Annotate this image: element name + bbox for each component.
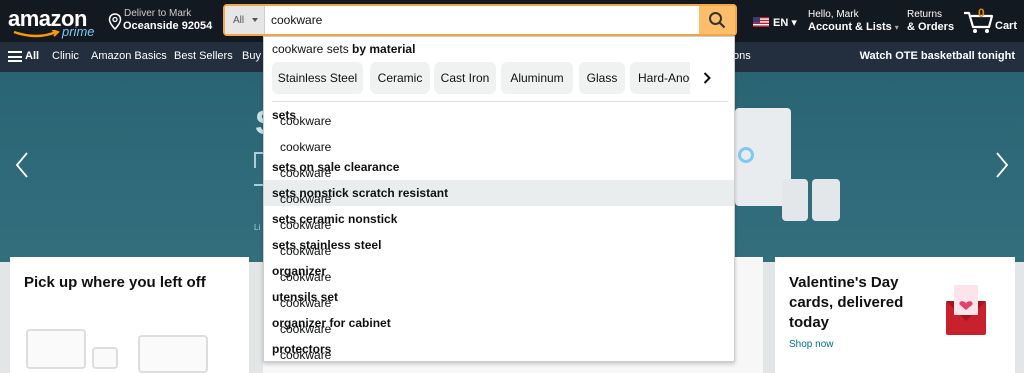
search-category-select[interactable]: All: [225, 6, 265, 34]
chip-hard-anodized[interactable]: Hard-Anod: [630, 62, 692, 94]
hero-next-button[interactable]: [995, 152, 1009, 178]
device-ring-icon: [738, 147, 754, 163]
product-thumbnail[interactable]: [138, 335, 208, 373]
search-input[interactable]: [267, 6, 697, 34]
product-thumbnail[interactable]: [92, 347, 118, 369]
deliver-to-location[interactable]: Deliver to Mark Oceanside 92054: [108, 7, 213, 35]
amazon-logo[interactable]: amazon prime: [6, 4, 96, 40]
suggestion-prefix: cookware: [280, 114, 332, 128]
search-icon: [709, 12, 726, 29]
device-sensor: [812, 179, 840, 221]
card-title: Valentine's Day cards, delivered today: [789, 274, 904, 331]
suggestion-prefix: cookware: [280, 166, 332, 180]
suggestion-item[interactable]: cookware utensils set: [264, 284, 734, 310]
nav-item-best-sellers[interactable]: Best Sellers: [174, 50, 233, 62]
search-button[interactable]: [699, 6, 735, 34]
language-selector[interactable]: EN ▾: [773, 16, 797, 29]
suggestion-item-highlighted[interactable]: cookware sets nonstick scratch resistant: [264, 180, 734, 206]
nav-item-amazon-basics[interactable]: Amazon Basics: [91, 50, 167, 62]
location-pin-icon: [108, 13, 122, 31]
suggestion-prefix: cookware: [280, 322, 332, 336]
cart-count: 0: [978, 6, 985, 20]
suggestion-prefix: cookware: [280, 348, 332, 362]
heading-prefix: cookware sets: [272, 42, 353, 56]
chip-aluminum[interactable]: Aluminum: [501, 62, 573, 94]
chip-ceramic[interactable]: Ceramic: [370, 62, 430, 94]
suggestion-item[interactable]: cookware: [264, 128, 734, 154]
recently-viewed-card[interactable]: Pick up where you left off: [10, 257, 249, 373]
suggestion-item[interactable]: cookware protectors: [264, 336, 734, 362]
chevron-left-icon: [15, 152, 28, 178]
product-thumbnail[interactable]: [26, 329, 86, 369]
material-chips: Stainless Steel Ceramic Cast Iron Alumin…: [272, 62, 692, 94]
hamburger-icon[interactable]: [8, 51, 22, 62]
suggestion-item[interactable]: cookware sets ceramic nonstick: [264, 206, 734, 232]
suggestion-item[interactable]: cookware sets on sale clearance: [264, 154, 734, 180]
suggestion-prefix: cookware: [280, 218, 332, 232]
shop-now-link[interactable]: Shop now: [789, 339, 833, 350]
chips-next-button[interactable]: [690, 62, 728, 94]
returns-label: Returns: [907, 9, 943, 20]
chevron-right-icon: [703, 72, 711, 84]
refinement-heading: cookware sets by material: [272, 42, 415, 56]
device-sensor: [782, 179, 808, 221]
suggestion-prefix: cookware: [280, 140, 332, 154]
caret-down-icon: [252, 18, 258, 22]
chip-stainless-steel[interactable]: Stainless Steel: [272, 62, 363, 94]
suggestion-prefix: cookware: [280, 296, 332, 310]
suggestion-prefix: cookware: [280, 244, 332, 258]
nav-item-clinic[interactable]: Clinic: [52, 50, 79, 62]
hero-fineprint: Li: [254, 223, 261, 232]
account-lists-menu[interactable]: Hello, Mark Account & Lists ▾: [808, 9, 899, 33]
suggestion-item[interactable]: cookware sets stainless steel: [264, 232, 734, 258]
chip-glass[interactable]: Glass: [579, 62, 625, 94]
account-lists-label: Account & Lists: [808, 21, 892, 33]
cart-label: Cart: [995, 20, 1018, 32]
account-greeting: Hello, Mark: [808, 9, 859, 20]
deliver-zip: Oceanside 92054: [123, 20, 213, 32]
suggestion-item[interactable]: cookware organizer for cabinet: [264, 310, 734, 336]
logo-prime-text: prime: [62, 24, 95, 39]
chevron-right-icon: [996, 152, 1009, 178]
card-title: Pick up where you left off: [24, 274, 206, 291]
search-bar: All: [223, 4, 737, 36]
suggestion-item[interactable]: cookware organizer: [264, 258, 734, 284]
valentine-card-image: [946, 285, 986, 335]
language-label: EN: [773, 17, 789, 29]
nav-item-fragment[interactable]: ons: [733, 50, 751, 62]
logo-smile-icon: [13, 30, 60, 38]
suggestion-prefix: cookware: [280, 270, 332, 284]
suggestion-item[interactable]: cookware sets: [264, 102, 734, 128]
search-suggestions-dropdown: cookware sets by material Stainless Stee…: [263, 36, 735, 362]
suggestion-prefix: cookware: [280, 192, 332, 206]
hero-prev-button[interactable]: [15, 152, 29, 178]
search-category-label: All: [233, 15, 245, 26]
deliver-label: Deliver to Mark: [124, 8, 192, 19]
returns-orders-link[interactable]: Returns & Orders: [907, 9, 954, 33]
heading-bold: by material: [352, 42, 416, 56]
all-menu-button[interactable]: All: [25, 50, 39, 62]
chip-cast-iron[interactable]: Cast Iron: [434, 62, 496, 94]
nav-promo-link[interactable]: Watch OTE basketball tonight: [860, 50, 1015, 62]
us-flag-icon: [753, 17, 769, 27]
orders-label: & Orders: [907, 21, 955, 33]
cart-button[interactable]: 0 Cart: [963, 6, 1021, 36]
